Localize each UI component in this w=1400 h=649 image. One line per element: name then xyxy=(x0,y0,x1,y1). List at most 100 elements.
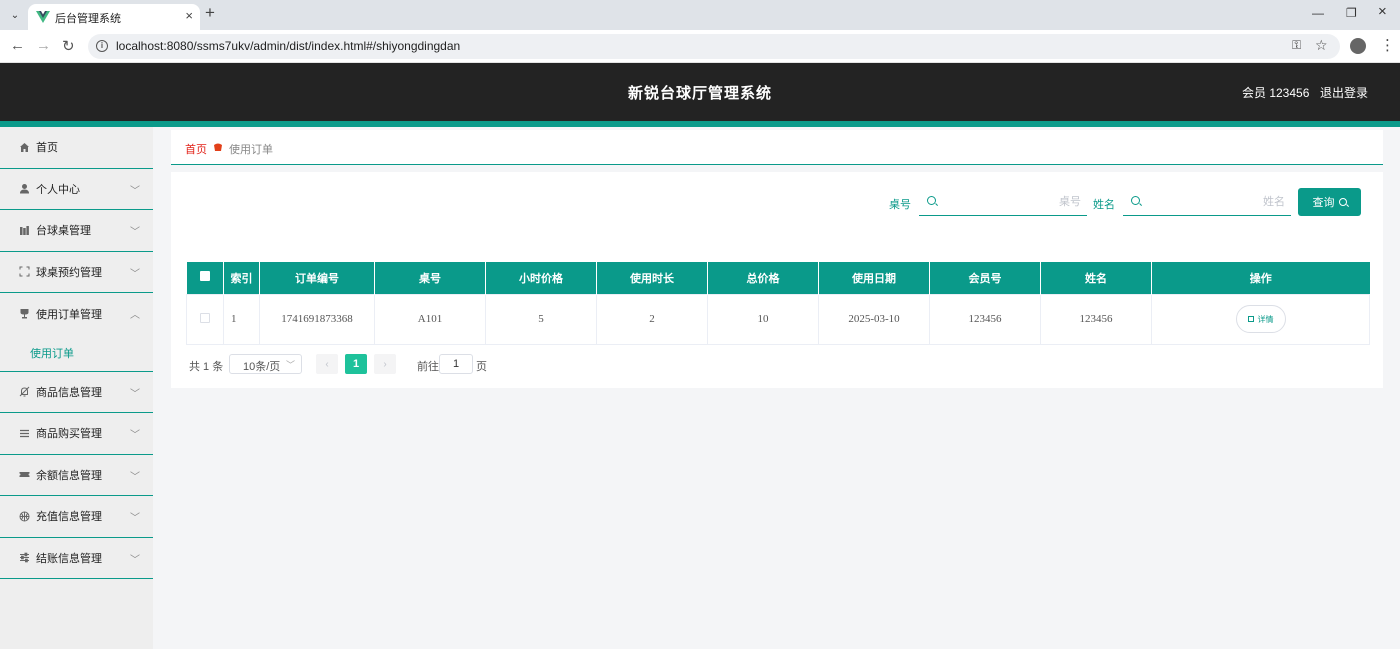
breadcrumb-current: 使用订单 xyxy=(229,144,273,156)
desk-search-label: 桌号 xyxy=(889,199,911,211)
tab-title: 后台管理系统 xyxy=(55,13,121,25)
sidebar-item-purchases[interactable]: 商品购买管理 ﹀ xyxy=(0,413,153,455)
sidebar-item-recharge[interactable]: 充值信息管理 ﹀ xyxy=(0,496,153,538)
cell-total: 10 xyxy=(707,293,819,345)
column-header: 总价格 xyxy=(707,262,819,294)
select-all-cell[interactable] xyxy=(186,262,224,294)
name-search-input[interactable] xyxy=(1147,192,1285,212)
orders-table: 索引 订单编号 桌号 小时价格 使用时长 总价格 使用日期 会员号 姓名 操作 … xyxy=(186,262,1370,345)
vue-logo-icon xyxy=(36,11,50,23)
sidebar-item-reservations[interactable]: 球桌预约管理 ﹀ xyxy=(0,252,153,293)
next-page-button[interactable]: › xyxy=(374,354,396,374)
row-checkbox[interactable] xyxy=(200,312,210,323)
cell-index: 1 xyxy=(223,293,260,345)
current-page-button[interactable]: 1 xyxy=(345,354,367,374)
select-all-checkbox[interactable] xyxy=(199,271,210,282)
cell-date: 2025-03-10 xyxy=(818,293,930,345)
home-icon xyxy=(17,140,31,154)
sidebar-item-orders[interactable]: 使用订单管理 ︿ xyxy=(0,293,153,335)
cell-order-no: 1741691873368 xyxy=(259,293,375,345)
logout-link[interactable]: 退出登录 xyxy=(1320,84,1368,101)
url-text[interactable]: localhost:8080/ssms7ukv/admin/dist/index… xyxy=(116,39,460,53)
column-header: 姓名 xyxy=(1040,262,1152,294)
desk-search-input[interactable] xyxy=(943,192,1081,212)
row-select-cell[interactable] xyxy=(186,293,224,345)
submenu-item-usage-orders[interactable]: 使用订单 xyxy=(0,335,153,372)
desk-search-field[interactable] xyxy=(919,188,1087,216)
sidebar-item-products[interactable]: 商品信息管理 ﹀ xyxy=(0,372,153,413)
chevron-down-icon: ﹀ xyxy=(130,554,140,566)
pagination-total: 共 1 条 xyxy=(189,361,224,373)
browser-menu-icon[interactable]: ⋮ xyxy=(1380,36,1395,54)
page-size-select[interactable]: 10条/页 ﹀ xyxy=(229,354,302,374)
search-icon xyxy=(927,196,936,205)
chevron-up-icon: ︿ xyxy=(130,310,140,321)
name-search-label: 姓名 xyxy=(1093,199,1115,211)
column-header: 订单编号 xyxy=(259,262,375,294)
sidebar-item-checkout[interactable]: 结账信息管理 ﹀ xyxy=(0,538,153,579)
tab-close-icon[interactable]: × xyxy=(185,8,193,23)
bookmark-star-icon[interactable]: ☆ xyxy=(1315,37,1328,54)
forward-icon[interactable]: → xyxy=(36,37,51,54)
cell-name: 123456 xyxy=(1040,293,1152,345)
list-icon xyxy=(17,426,31,440)
column-header: 索引 xyxy=(223,262,260,294)
detail-button[interactable]: 详情 xyxy=(1235,305,1286,333)
chevron-down-icon: ﹀ xyxy=(130,268,140,280)
sidebar-item-label: 首页 xyxy=(36,142,58,155)
prev-page-button[interactable]: ‹ xyxy=(316,354,338,374)
minimize-icon[interactable]: — xyxy=(1312,6,1324,20)
name-search-field[interactable] xyxy=(1123,188,1291,216)
chevron-down-icon: ﹀ xyxy=(130,430,140,441)
password-key-icon[interactable]: ⚿ xyxy=(1292,38,1301,53)
sidebar-item-billiard-tables[interactable]: 台球桌管理 ﹀ xyxy=(0,210,153,252)
cell-member-no: 123456 xyxy=(929,293,1041,345)
cell-actions: 详情 xyxy=(1151,293,1370,345)
header-accent-bar xyxy=(0,121,1400,127)
chevron-down-icon: ﹀ xyxy=(285,360,295,370)
window-close-icon[interactable]: × xyxy=(1378,3,1387,20)
goto-unit-label: 页 xyxy=(476,361,487,373)
chevron-down-icon: ﹀ xyxy=(130,185,140,197)
url-field[interactable]: i localhost:8080/ssms7ukv/admin/dist/ind… xyxy=(88,34,1340,59)
sidebar-item-home[interactable]: 首页 xyxy=(0,127,153,169)
breadcrumb-home-link[interactable]: 首页 xyxy=(185,141,207,157)
goblet-icon xyxy=(17,307,31,321)
sidebar-item-balance[interactable]: 余额信息管理 ﹀ xyxy=(0,455,153,496)
breadcrumb-separator-icon xyxy=(214,143,222,151)
goto-label: 前往 xyxy=(417,361,439,373)
user-icon xyxy=(17,182,31,196)
chevron-down-icon: ﹀ xyxy=(130,227,140,238)
search-button-label: 查询 xyxy=(1312,197,1335,209)
fullscreen-icon xyxy=(17,265,31,279)
goto-page-input[interactable] xyxy=(439,354,473,374)
address-bar: ← → ↻ i localhost:8080/ssms7ukv/admin/di… xyxy=(0,30,1400,63)
cell-duration: 2 xyxy=(596,293,708,345)
back-icon[interactable]: ← xyxy=(10,37,25,54)
reload-icon[interactable]: ↻ xyxy=(62,37,75,55)
search-button[interactable]: 查询 xyxy=(1298,188,1361,216)
search-icon xyxy=(1338,198,1347,206)
tab-search-button[interactable]: ⌄ xyxy=(6,6,24,24)
browser-tab[interactable]: 后台管理系统 × xyxy=(28,4,200,30)
document-icon xyxy=(1247,316,1254,322)
bell-off-icon xyxy=(17,385,31,399)
sidebar-item-profile[interactable]: 个人中心 ﹀ xyxy=(0,169,153,210)
search-icon xyxy=(1131,196,1140,205)
app-title: 新锐台球厅管理系统 xyxy=(627,85,772,102)
column-header: 使用时长 xyxy=(596,262,708,294)
column-header: 小时价格 xyxy=(485,262,597,294)
cell-hour-price: 5 xyxy=(485,293,597,345)
new-tab-icon[interactable]: + xyxy=(205,3,215,23)
table-row: 1 1741691873368 A101 5 2 10 2025-03-10 1… xyxy=(186,293,1370,345)
cell-desk: A101 xyxy=(374,293,486,345)
column-header: 桌号 xyxy=(374,262,486,294)
column-header: 使用日期 xyxy=(818,262,930,294)
restore-icon[interactable]: ❐ xyxy=(1346,6,1357,20)
sidebar: 首页 个人中心 ﹀ 台球桌管理 ﹀ 球桌预约管理 ﹀ 使用订单管理 ︿ 使用订单… xyxy=(0,127,153,649)
site-info-icon[interactable]: i xyxy=(96,40,108,52)
profile-icon[interactable] xyxy=(1350,38,1366,54)
chevron-down-icon: ﹀ xyxy=(130,471,140,483)
column-header: 操作 xyxy=(1151,262,1370,294)
page-size-value: 10条/页 xyxy=(243,361,281,373)
